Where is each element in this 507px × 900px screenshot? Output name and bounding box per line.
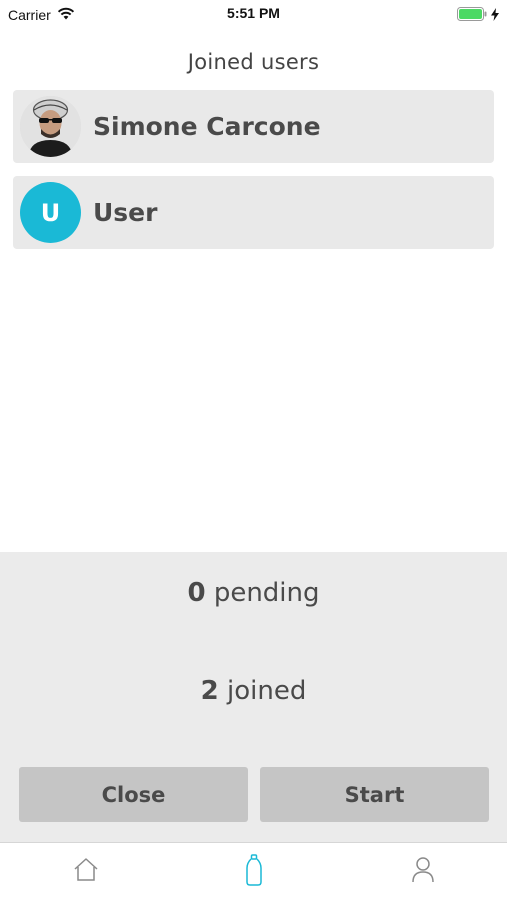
pending-count-number: 0 [187, 578, 206, 608]
joined-count-label: joined [227, 676, 307, 706]
bottle-icon [245, 854, 263, 890]
battery-icon [457, 6, 487, 25]
joined-count-number: 2 [200, 676, 219, 706]
status-bar: Carrier 5:51 PM [0, 0, 507, 28]
tab-bottle[interactable] [234, 854, 274, 890]
tab-bar [0, 842, 507, 900]
home-icon [72, 857, 100, 887]
joined-count: 2 joined [0, 676, 507, 706]
summary-panel: 0 pending 2 joined Close Start [0, 552, 507, 842]
tab-profile[interactable] [403, 855, 443, 889]
pending-count-label: pending [213, 578, 320, 608]
clock: 5:51 PM [227, 5, 280, 21]
battery-group [457, 6, 499, 25]
profile-icon [411, 856, 435, 888]
user-row[interactable]: Simone Carcone [13, 90, 494, 163]
pending-count: 0 pending [0, 578, 507, 608]
user-avatar-initial: U [20, 182, 81, 243]
user-avatar-photo [20, 96, 81, 157]
user-row[interactable]: U User [13, 176, 494, 249]
start-button[interactable]: Start [260, 767, 489, 822]
close-button[interactable]: Close [19, 767, 248, 822]
charging-bolt-icon [491, 6, 499, 25]
page-title: Joined users [187, 50, 320, 74]
user-name: User [93, 198, 158, 227]
tab-home[interactable] [66, 855, 106, 889]
user-name: Simone Carcone [93, 112, 321, 141]
